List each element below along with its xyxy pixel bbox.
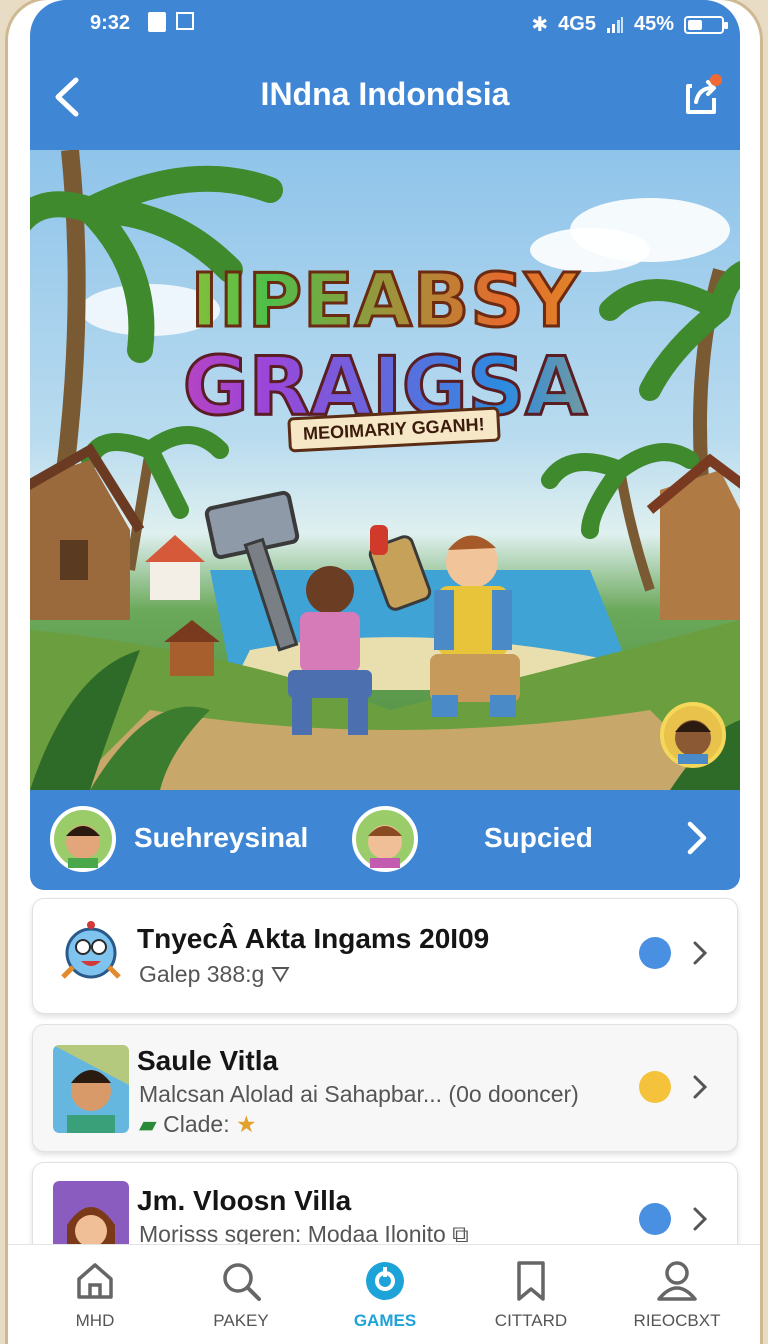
nav-bookmarks[interactable]: CITTARD (466, 1255, 596, 1341)
hero-scene (30, 150, 740, 790)
bookmark-icon (517, 1261, 545, 1301)
app-header: 9:32 ✱ 4G5 45% INdna Indondsia (30, 0, 740, 150)
bottom-navigation: MHD PAKEY GAMES CITTARD RIEOCBXT (8, 1244, 760, 1344)
list-item-title: Saule Vitla (137, 1045, 279, 1076)
location-icon: ⛛ (270, 961, 291, 987)
phone-screen: 9:32 ✱ 4G5 45% INdna Indondsia IIPEABSY … (8, 0, 760, 1344)
list-item-subtitle: Galep 388:g ⛛ (139, 961, 290, 988)
status-dot (639, 1071, 671, 1103)
list-item[interactable]: TnyecÂ Akta Ingams 20I09 Galep 388:g ⛛ (32, 898, 738, 1014)
mascot-icon (61, 921, 121, 979)
avatar-face-icon (675, 720, 711, 764)
tab-category-2[interactable]: Supcied (484, 822, 593, 854)
hero-title-line-1: IIPEABSY (30, 257, 740, 346)
chevron-right-icon (693, 1207, 708, 1231)
nav-label: MHD (75, 1311, 115, 1330)
chevron-right-icon (693, 941, 708, 965)
nav-label: GAMES (353, 1311, 417, 1330)
status-dot (639, 1203, 671, 1235)
avatar-face-icon (66, 825, 100, 868)
share-button[interactable] (678, 72, 724, 118)
battery-icon (684, 15, 728, 34)
status-time: 9:32 (90, 12, 131, 34)
home-icon (77, 1263, 113, 1299)
star-icon: ★ (235, 1111, 257, 1137)
tab-category-1[interactable]: Suehreysinal (134, 822, 308, 854)
list-item-title: TnyecÂ Akta Ingams 20I09 (137, 923, 490, 954)
search-icon (223, 1263, 261, 1301)
chevron-right-icon (693, 1075, 708, 1099)
bluetooth-icon: ✱ (531, 14, 549, 36)
nav-profile[interactable]: RIEOCBXT (612, 1255, 742, 1341)
category-avatar-2[interactable] (352, 806, 418, 872)
profile-icon (657, 1261, 697, 1301)
nav-label: CITTARD (494, 1311, 568, 1330)
list-item-subtitle: Malcsan Alolad ai Sahapbar... (0o doonce… (139, 1081, 579, 1107)
avatar-face-icon (368, 825, 402, 868)
signal-text: 4G5 (558, 13, 596, 35)
image-icon (176, 12, 194, 30)
list-item-title: Jm. Vloosn Villa (137, 1185, 352, 1216)
nav-home[interactable]: MHD (30, 1255, 160, 1341)
page-title: INdna Indondsia (260, 76, 510, 112)
category-strip: Suehreysinal Supcied (30, 790, 740, 890)
game-hero-banner[interactable]: IIPEABSY GRAIGSA MEOIMARIY GGANH! (30, 150, 740, 790)
status-bar: 9:32 ✱ 4G5 45% (30, 10, 740, 40)
battery-percent: 45% (633, 13, 674, 35)
nav-label: PAKEY (213, 1311, 269, 1330)
profile-thumbnail-icon (53, 1045, 129, 1133)
category-avatar-1[interactable] (50, 806, 116, 872)
list-item[interactable]: Saule Vitla Malcsan Alolad ai Sahapbar..… (32, 1024, 738, 1152)
player-avatar[interactable] (660, 702, 726, 768)
signal-bars-icon (606, 16, 623, 33)
games-icon (366, 1262, 404, 1300)
nav-search[interactable]: PAKEY (176, 1255, 306, 1341)
list-item-extra-text: Clade: (163, 1111, 230, 1137)
battery-fill (688, 19, 702, 30)
flag-icon: ▰ (139, 1111, 157, 1137)
status-right: ✱ 4G5 45% (531, 12, 728, 37)
list-item-subtitle-text: Galep 388:g (139, 961, 265, 987)
nav-games[interactable]: GAMES (320, 1255, 450, 1341)
list-item-extra: ▰ Clade: ★ (139, 1111, 257, 1138)
notification-icon (148, 12, 166, 32)
status-dot (639, 937, 671, 969)
nav-label: RIEOCBXT (633, 1311, 721, 1330)
chevron-right-icon[interactable] (682, 818, 712, 858)
